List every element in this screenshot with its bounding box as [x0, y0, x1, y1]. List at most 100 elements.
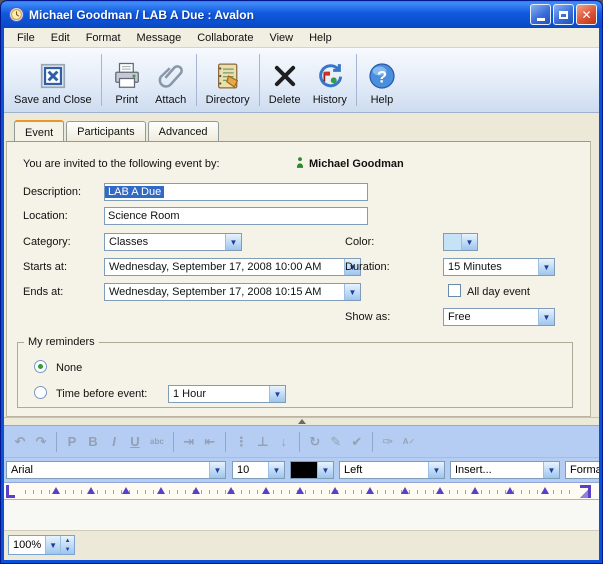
menu-help[interactable]: Help — [302, 30, 339, 46]
redo-icon[interactable]: ↷ — [35, 434, 47, 450]
check-icon[interactable]: ✔ — [351, 434, 363, 450]
right-margin-marker[interactable] — [580, 485, 591, 498]
tab-stop-marker[interactable] — [192, 487, 200, 494]
color-dropdown[interactable]: ▼ — [443, 233, 478, 251]
message-body-area[interactable] — [4, 500, 599, 531]
title-bar[interactable]: Michael Goodman / LAB A Due : Avalon ✕ — [1, 1, 602, 28]
attach-button[interactable]: Attach — [149, 50, 193, 110]
spinner-down-icon[interactable]: ▼ — [61, 545, 74, 554]
tab-stop-marker[interactable] — [157, 487, 165, 494]
description-input[interactable]: LAB A Due — [104, 183, 368, 201]
minimize-button[interactable] — [530, 4, 551, 25]
ends-at-dropdown[interactable]: Wednesday, September 17, 2008 10:15 AM ▼ — [104, 283, 361, 301]
chevron-down-icon[interactable]: ▼ — [268, 462, 284, 478]
close-button[interactable]: ✕ — [576, 4, 597, 25]
insert-dropdown[interactable]: Insert... ▼ — [450, 461, 560, 479]
pane-splitter[interactable] — [4, 417, 599, 425]
tab-stop-marker[interactable] — [366, 487, 374, 494]
undo-icon[interactable]: ↶ — [14, 434, 26, 450]
menu-view[interactable]: View — [262, 30, 300, 46]
indent-icon[interactable]: ⇥ — [183, 434, 195, 450]
print-button[interactable]: Print — [105, 50, 149, 110]
tab-stop-marker[interactable] — [331, 487, 339, 494]
font-family-dropdown[interactable]: Arial ▼ — [6, 461, 226, 479]
save-and-close-button[interactable]: Save and Close — [8, 50, 98, 110]
show-as-dropdown[interactable]: Free ▼ — [443, 308, 555, 326]
menu-edit[interactable]: Edit — [44, 30, 77, 46]
tab-stop-marker[interactable] — [401, 487, 409, 494]
spinner-up-icon[interactable]: ▲ — [61, 536, 74, 545]
tab-stop-marker[interactable] — [262, 487, 270, 494]
tab-strip: Event Participants Advanced — [4, 113, 599, 141]
chevron-down-icon[interactable]: ▼ — [209, 462, 225, 478]
bold-icon[interactable]: B — [87, 434, 99, 449]
chevron-down-icon[interactable]: ▼ — [543, 462, 559, 478]
toolbar-separator — [259, 54, 260, 106]
toolbar-button-label: Attach — [155, 94, 186, 106]
abc-format-icon[interactable]: abc — [150, 437, 164, 446]
menu-format[interactable]: Format — [79, 30, 128, 46]
zoom-control[interactable]: 100% ▼ ▲ ▼ — [8, 535, 75, 555]
help-button[interactable]: ? Help — [360, 50, 404, 110]
align-dropdown[interactable]: Left ▼ — [339, 461, 445, 479]
outdent-icon[interactable]: ⇤ — [204, 434, 216, 450]
menu-message[interactable]: Message — [130, 30, 189, 46]
tab-stop-marker[interactable] — [87, 487, 95, 494]
tab-stop-marker[interactable] — [227, 487, 235, 494]
delete-button[interactable]: Delete — [263, 50, 307, 110]
tab-stop-marker[interactable] — [506, 487, 514, 494]
format-dropdown[interactable]: Format... — [565, 461, 599, 479]
tab-stop-marker[interactable] — [52, 487, 60, 494]
tab-stop-marker[interactable] — [541, 487, 549, 494]
spellcheck-icon[interactable]: A✓ — [403, 437, 415, 446]
tab-stop-icon[interactable]: ⊥ — [257, 434, 269, 450]
zoom-spinner[interactable]: ▲ ▼ — [60, 536, 74, 554]
signature-icon[interactable]: ✑ — [382, 434, 394, 450]
menu-collaborate[interactable]: Collaborate — [190, 30, 260, 46]
chevron-down-icon[interactable]: ▼ — [225, 234, 241, 250]
maximize-button[interactable] — [553, 4, 574, 25]
directory-button[interactable]: Directory — [200, 50, 256, 110]
location-input[interactable]: Science Room — [104, 207, 368, 225]
pen-icon[interactable]: ✎ — [330, 434, 342, 450]
reminder-none-radio[interactable] — [34, 360, 47, 373]
directory-book-icon — [213, 61, 243, 91]
all-day-checkbox[interactable] — [448, 284, 461, 297]
chevron-down-icon[interactable]: ▼ — [538, 309, 554, 325]
toolbar-separator — [372, 432, 373, 452]
tab-stop-marker[interactable] — [122, 487, 130, 494]
text-color-dropdown[interactable]: ▼ — [290, 461, 334, 479]
chevron-down-icon[interactable]: ▼ — [538, 259, 554, 275]
rotate-icon[interactable]: ↻ — [309, 434, 321, 450]
ends-at-value: Wednesday, September 17, 2008 10:15 AM — [105, 286, 344, 298]
tab-stop-marker[interactable] — [436, 487, 444, 494]
category-dropdown[interactable]: Classes ▼ — [104, 233, 242, 251]
menu-file[interactable]: File — [10, 30, 42, 46]
paragraph-icon[interactable]: P — [66, 434, 78, 449]
starts-at-dropdown[interactable]: Wednesday, September 17, 2008 10:00 AM ▼ — [104, 258, 361, 276]
left-margin-marker[interactable] — [6, 485, 15, 498]
font-size-dropdown[interactable]: 10 ▼ — [232, 461, 285, 479]
reminder-time-dropdown[interactable]: 1 Hour ▼ — [168, 385, 286, 403]
tab-event[interactable]: Event — [14, 120, 64, 142]
reminder-time-radio[interactable] — [34, 386, 47, 399]
chevron-down-icon[interactable]: ▼ — [45, 536, 60, 554]
ruler[interactable] — [4, 482, 599, 500]
duration-dropdown[interactable]: 15 Minutes ▼ — [443, 258, 555, 276]
chevron-down-icon[interactable]: ▼ — [269, 386, 285, 402]
toolbar-separator — [173, 432, 174, 452]
maximize-icon — [559, 11, 568, 19]
chevron-down-icon[interactable]: ▼ — [428, 462, 444, 478]
italic-icon[interactable]: I — [108, 434, 120, 449]
tab-stop-marker[interactable] — [296, 487, 304, 494]
chevron-down-icon[interactable]: ▼ — [461, 234, 477, 250]
tab-advanced[interactable]: Advanced — [148, 121, 219, 141]
tab-stop-marker[interactable] — [471, 487, 479, 494]
chevron-down-icon[interactable]: ▼ — [317, 462, 333, 478]
down-arrow-icon[interactable]: ↓ — [278, 434, 290, 449]
history-button[interactable]: History — [307, 50, 353, 110]
underline-icon[interactable]: U — [129, 434, 141, 449]
chevron-down-icon[interactable]: ▼ — [344, 284, 360, 300]
tab-participants[interactable]: Participants — [66, 121, 145, 141]
list-icon[interactable]: ⋮ — [235, 434, 248, 450]
